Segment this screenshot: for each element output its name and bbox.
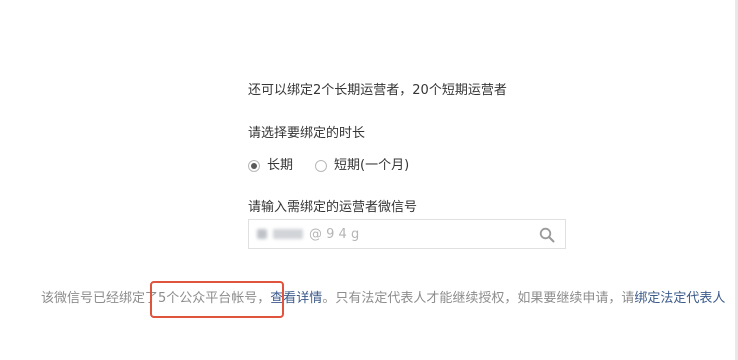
radio-short-term-label: 短期(一个月): [334, 158, 410, 173]
search-icon[interactable]: [539, 227, 555, 243]
bind-legal-rep-link[interactable]: 绑定法定代表人: [634, 291, 725, 306]
wechat-id-label: 请输入需绑定的运营者微信号: [248, 200, 418, 215]
notice-text-before: 该微信号已经绑定: [41, 291, 146, 306]
radio-checked-icon: [248, 160, 260, 172]
duration-radio-group: 长期 短期(一个月): [248, 157, 431, 175]
radio-long-term-label: 长期: [267, 158, 294, 173]
radio-long-term[interactable]: 长期: [248, 157, 293, 175]
highlight-annotation: [150, 281, 284, 318]
operator-quota-text: 还可以绑定2个长期运营者，20个短期运营者: [248, 83, 507, 98]
wechat-search-box: [248, 219, 566, 249]
radio-short-term[interactable]: 短期(一个月): [315, 157, 409, 175]
duration-label: 请选择要绑定的时长: [248, 126, 366, 141]
radio-unchecked-icon: [315, 160, 328, 172]
binding-limit-notice: 该微信号已经绑定了5个公众平台帐号，查看详情。只有法定代表人才能继续授权，如果要…: [41, 290, 725, 308]
notice-text-after: 。只有法定代表人才能继续授权，如果要继续申请，请: [322, 291, 635, 306]
wechat-id-input[interactable]: [249, 220, 529, 248]
